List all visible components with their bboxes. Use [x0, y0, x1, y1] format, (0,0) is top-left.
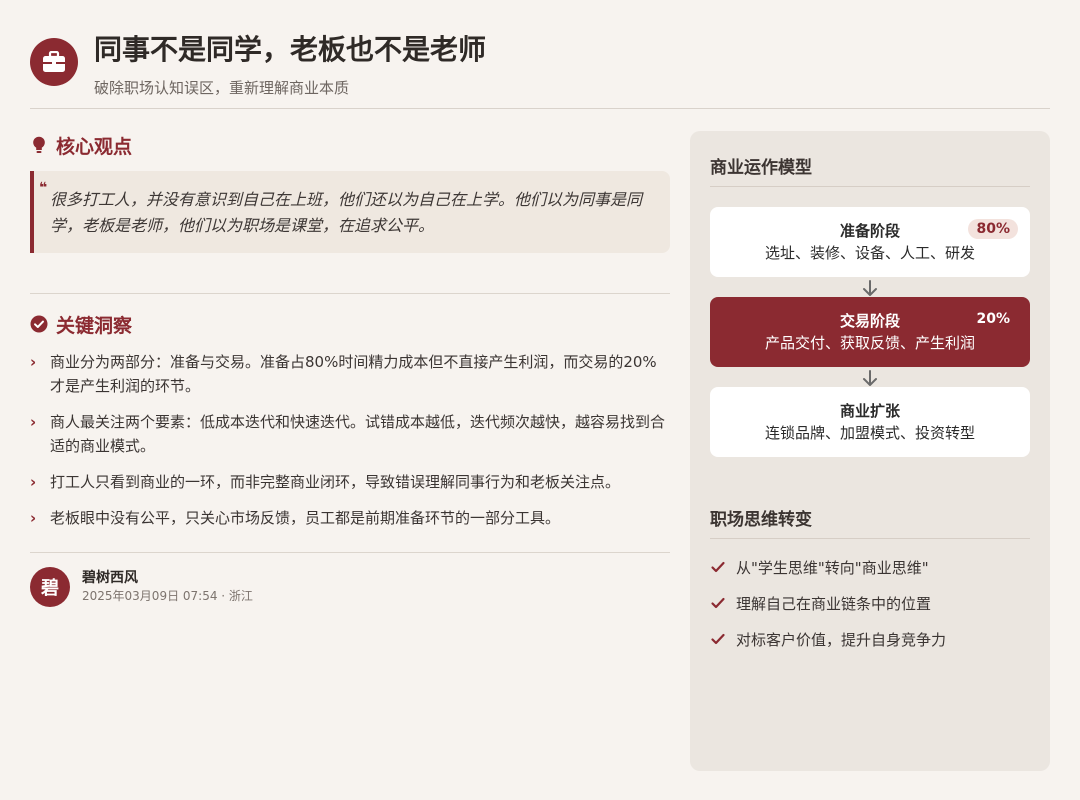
stage-desc: 连锁品牌、加盟模式、投资转型: [764, 424, 975, 442]
list-item: › 商人最关注两个要素：低成本迭代和快速迭代。试错成本越低，迭代频次越快，越容易…: [30, 410, 670, 458]
insights-section-title: 关键洞察: [30, 310, 670, 338]
header: 同事不是同学，老板也不是老师 破除职场认知误区，重新理解商业本质: [30, 30, 1050, 109]
stage-desc: 产品交付、获取反馈、产生利润: [764, 334, 975, 352]
page: 同事不是同学，老板也不是老师 破除职场认知误区，重新理解商业本质 核心观点 ❝ …: [0, 0, 1080, 800]
lightbulb-icon: [30, 136, 48, 154]
insight-text: 打工人只看到商业的一环，而非完整商业闭环，导致错误理解同事行为和老板关注点。: [50, 473, 621, 491]
mindset-text: 理解自己在商业链条中的位置: [736, 594, 932, 613]
stage-card-expand: 商业扩张 连锁品牌、加盟模式、投资转型: [710, 387, 1030, 457]
mindset-text: 对标客户价值，提升自身竞争力: [736, 630, 947, 649]
chevron-right-icon: ›: [30, 413, 37, 431]
chevron-right-icon: ›: [30, 509, 37, 527]
page-subtitle: 破除职场认知误区，重新理解商业本质: [94, 78, 350, 97]
stage-badge: 80%: [968, 219, 1018, 239]
core-quote-text: 很多打工人，并没有意识到自己在上班，他们还以为自己在上学。他们以为同事是同学，老…: [50, 190, 643, 235]
core-quote: ❝ 很多打工人，并没有意识到自己在上班，他们还以为自己在上学。他们以为同事是同学…: [30, 171, 670, 253]
core-section-title: 核心观点: [30, 131, 670, 159]
insights-list: › 商业分为两部分：准备与交易。准备占80%时间精力成本但不直接产生利润，而交易…: [30, 350, 670, 530]
avatar[interactable]: 碧: [30, 567, 70, 607]
divider: [30, 293, 670, 294]
arrow-down-icon: [710, 279, 1030, 299]
list-item: › 商业分为两部分：准备与交易。准备占80%时间精力成本但不直接产生利润，而交易…: [30, 350, 670, 398]
mindset-title: 职场思维转变: [710, 505, 1030, 539]
check-circle-icon: [30, 315, 48, 333]
list-item: 从"学生思维"转向"商业思维": [710, 549, 1030, 585]
insight-text: 商人最关注两个要素：低成本迭代和快速迭代。试错成本越低，迭代频次越快，越容易找到…: [50, 413, 666, 455]
stage-card-prepare: 准备阶段 选址、装修、设备、人工、研发 80%: [710, 207, 1030, 277]
stage-card-trade: 交易阶段 产品交付、获取反馈、产生利润 20%: [710, 297, 1030, 367]
chevron-right-icon: ›: [30, 473, 37, 491]
quote-icon: ❝: [39, 180, 48, 196]
list-item: 理解自己在商业链条中的位置: [710, 585, 1030, 621]
page-title: 同事不是同学，老板也不是老师: [94, 33, 487, 66]
divider: [30, 552, 670, 553]
content: 核心观点 ❝ 很多打工人，并没有意识到自己在上班，他们还以为自己在上学。他们以为…: [30, 131, 1050, 771]
author-block: 碧 碧树西风 2025年03月09日 07:54 · 浙江: [30, 567, 670, 607]
list-item: › 打工人只看到商业的一环，而非完整商业闭环，导致错误理解同事行为和老板关注点。: [30, 470, 670, 494]
stage-title: 商业扩张: [839, 402, 900, 420]
check-icon: [710, 631, 726, 647]
check-icon: [710, 595, 726, 611]
author-name[interactable]: 碧树西风: [82, 569, 253, 587]
header-text: 同事不是同学，老板也不是老师 破除职场认知误区，重新理解商业本质: [94, 30, 486, 98]
model-title: 商业运作模型: [710, 153, 1030, 187]
stage-badge: 20%: [976, 311, 1010, 327]
list-item: › 老板眼中没有公平，只关心市场反馈，员工都是前期准备环节的一部分工具。: [30, 506, 670, 530]
insights-section-label: 关键洞察: [56, 314, 133, 337]
chevron-right-icon: ›: [30, 353, 37, 371]
check-icon: [710, 559, 726, 575]
insight-text: 老板眼中没有公平，只关心市场反馈，员工都是前期准备环节的一部分工具。: [50, 509, 561, 527]
left-column: 核心观点 ❝ 很多打工人，并没有意识到自己在上班，他们还以为自己在上学。他们以为…: [30, 131, 670, 771]
author-info: 碧树西风 2025年03月09日 07:54 · 浙江: [82, 569, 253, 605]
briefcase-icon: [30, 38, 78, 86]
mindset-list: 从"学生思维"转向"商业思维" 理解自己在商业链条中的位置 对标客户价值，提升自…: [710, 549, 1030, 657]
insight-text: 商业分为两部分：准备与交易。准备占80%时间精力成本但不直接产生利润，而交易的2…: [50, 353, 657, 395]
mindset-text: 从"学生思维"转向"商业思维": [736, 558, 929, 577]
author-meta: 2025年03月09日 07:54 · 浙江: [82, 589, 253, 603]
right-panel: 商业运作模型 准备阶段 选址、装修、设备、人工、研发 80% 交易阶段 产品交付…: [690, 131, 1050, 771]
stage-desc: 选址、装修、设备、人工、研发: [764, 244, 975, 262]
arrow-down-icon: [710, 369, 1030, 389]
core-section-label: 核心观点: [56, 135, 133, 158]
list-item: 对标客户价值，提升自身竞争力: [710, 621, 1030, 657]
